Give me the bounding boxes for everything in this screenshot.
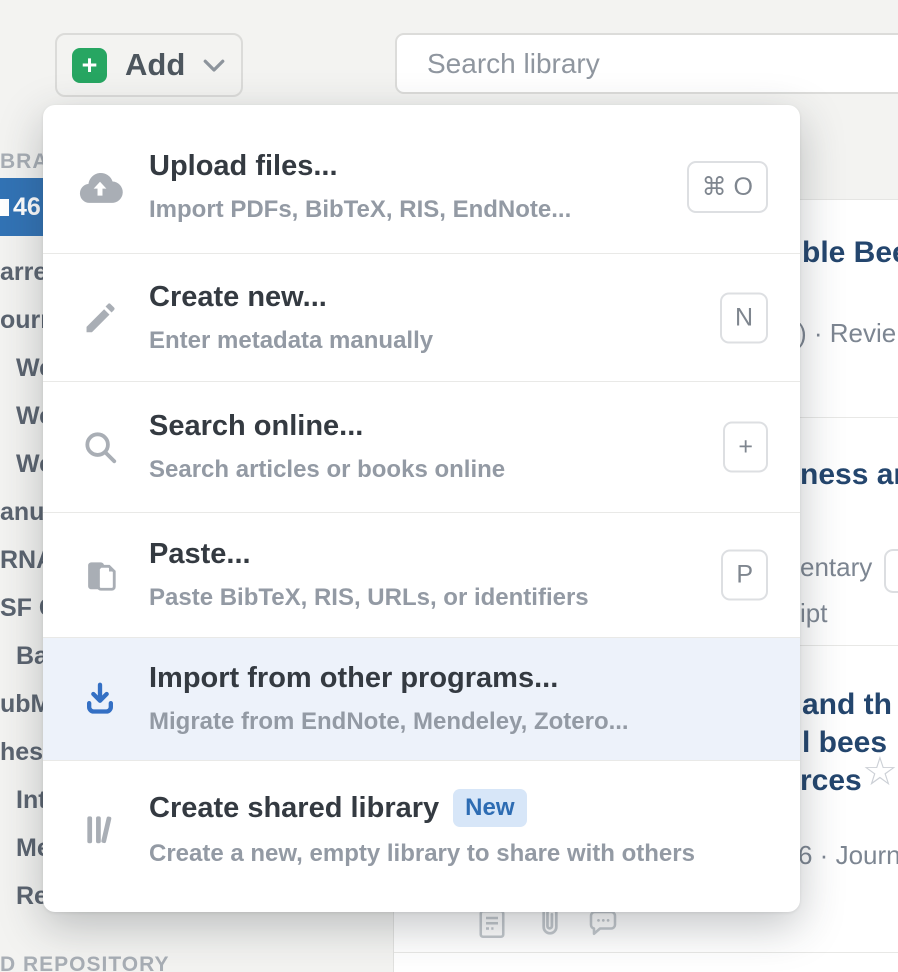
paper-meta: 6 · Journ xyxy=(798,840,898,871)
menu-item-subtitle: Search articles or books online xyxy=(149,456,505,484)
paper-title[interactable]: ness ar xyxy=(800,458,898,492)
shortcut-badge: ⌘ O xyxy=(687,161,768,213)
sidebar-item-count: 46 xyxy=(13,193,41,222)
menu-item-upload-files[interactable]: Upload files... Import PDFs, BibTeX, RIS… xyxy=(43,121,800,253)
menu-item-paste[interactable]: Paste... Paste BibTeX, RIS, URLs, or ide… xyxy=(43,512,800,637)
star-icon[interactable]: ☆ xyxy=(862,752,898,792)
sidebar-section-library: BRA xyxy=(0,150,49,174)
clipboard-icon xyxy=(77,555,123,595)
sidebar-item[interactable]: Int xyxy=(16,786,47,815)
pencil-icon xyxy=(77,299,123,337)
search-input[interactable] xyxy=(395,33,898,94)
menu-item-title: Create new... xyxy=(149,281,433,314)
shortcut-badge: P xyxy=(721,550,768,601)
menu-item-create-shared-library[interactable]: Create shared library New Create a new, … xyxy=(43,760,800,896)
sidebar-item[interactable]: anu xyxy=(0,498,44,527)
download-icon xyxy=(77,679,123,719)
add-dropdown-menu: Upload files... Import PDFs, BibTeX, RIS… xyxy=(43,105,800,912)
paper-title[interactable]: ble Bee xyxy=(802,236,898,270)
menu-item-title: Paste... xyxy=(149,538,589,571)
shortcut-badge: N xyxy=(720,292,768,343)
menu-item-subtitle: Paste BibTeX, RIS, URLs, or identifiers xyxy=(149,584,589,612)
library-icon xyxy=(77,810,123,848)
menu-item-import-from-other-programs[interactable]: Import from other programs... Migrate fr… xyxy=(43,637,800,760)
add-button-label: Add xyxy=(125,47,185,83)
menu-item-create-new[interactable]: Create new... Enter metadata manually N xyxy=(43,253,800,381)
paper-meta: ipt xyxy=(800,598,827,629)
new-badge: New xyxy=(453,789,526,827)
sidebar-item[interactable]: arre xyxy=(0,258,47,287)
cloud-upload-icon xyxy=(77,167,123,207)
shortcut-badge: + xyxy=(723,422,768,473)
sidebar-section-repository: D REPOSITORY xyxy=(0,953,170,972)
menu-item-subtitle: Enter metadata manually xyxy=(149,327,433,355)
paper-meta: entary xyxy=(800,552,872,583)
paper-title[interactable]: rces xyxy=(800,764,862,798)
add-button[interactable]: + Add xyxy=(55,33,243,97)
menu-item-title: Upload files... xyxy=(149,150,571,183)
sidebar-selected-icon-fragment xyxy=(0,199,9,216)
menu-item-title: Create shared library xyxy=(149,792,439,825)
plus-icon: + xyxy=(72,48,107,83)
menu-item-subtitle: Import PDFs, BibTeX, RIS, EndNote... xyxy=(149,196,571,224)
search-icon xyxy=(77,428,123,466)
paper-meta: ) · Revie xyxy=(798,318,896,349)
menu-item-subtitle: Create a new, empty library to share wit… xyxy=(149,840,695,868)
menu-item-title: Import from other programs... xyxy=(149,662,629,695)
list-row-divider xyxy=(394,952,898,953)
menu-item-search-online[interactable]: Search online... Search articles or book… xyxy=(43,381,800,512)
paper-action-badge[interactable] xyxy=(884,549,898,593)
menu-item-subtitle: Migrate from EndNote, Mendeley, Zotero..… xyxy=(149,708,629,736)
menu-item-title: Search online... xyxy=(149,410,505,443)
app-window: + Add BRA 46 arre ourn We We We anu RNA … xyxy=(0,0,898,972)
chevron-down-icon xyxy=(199,50,229,80)
paper-title[interactable]: and th xyxy=(802,688,892,722)
